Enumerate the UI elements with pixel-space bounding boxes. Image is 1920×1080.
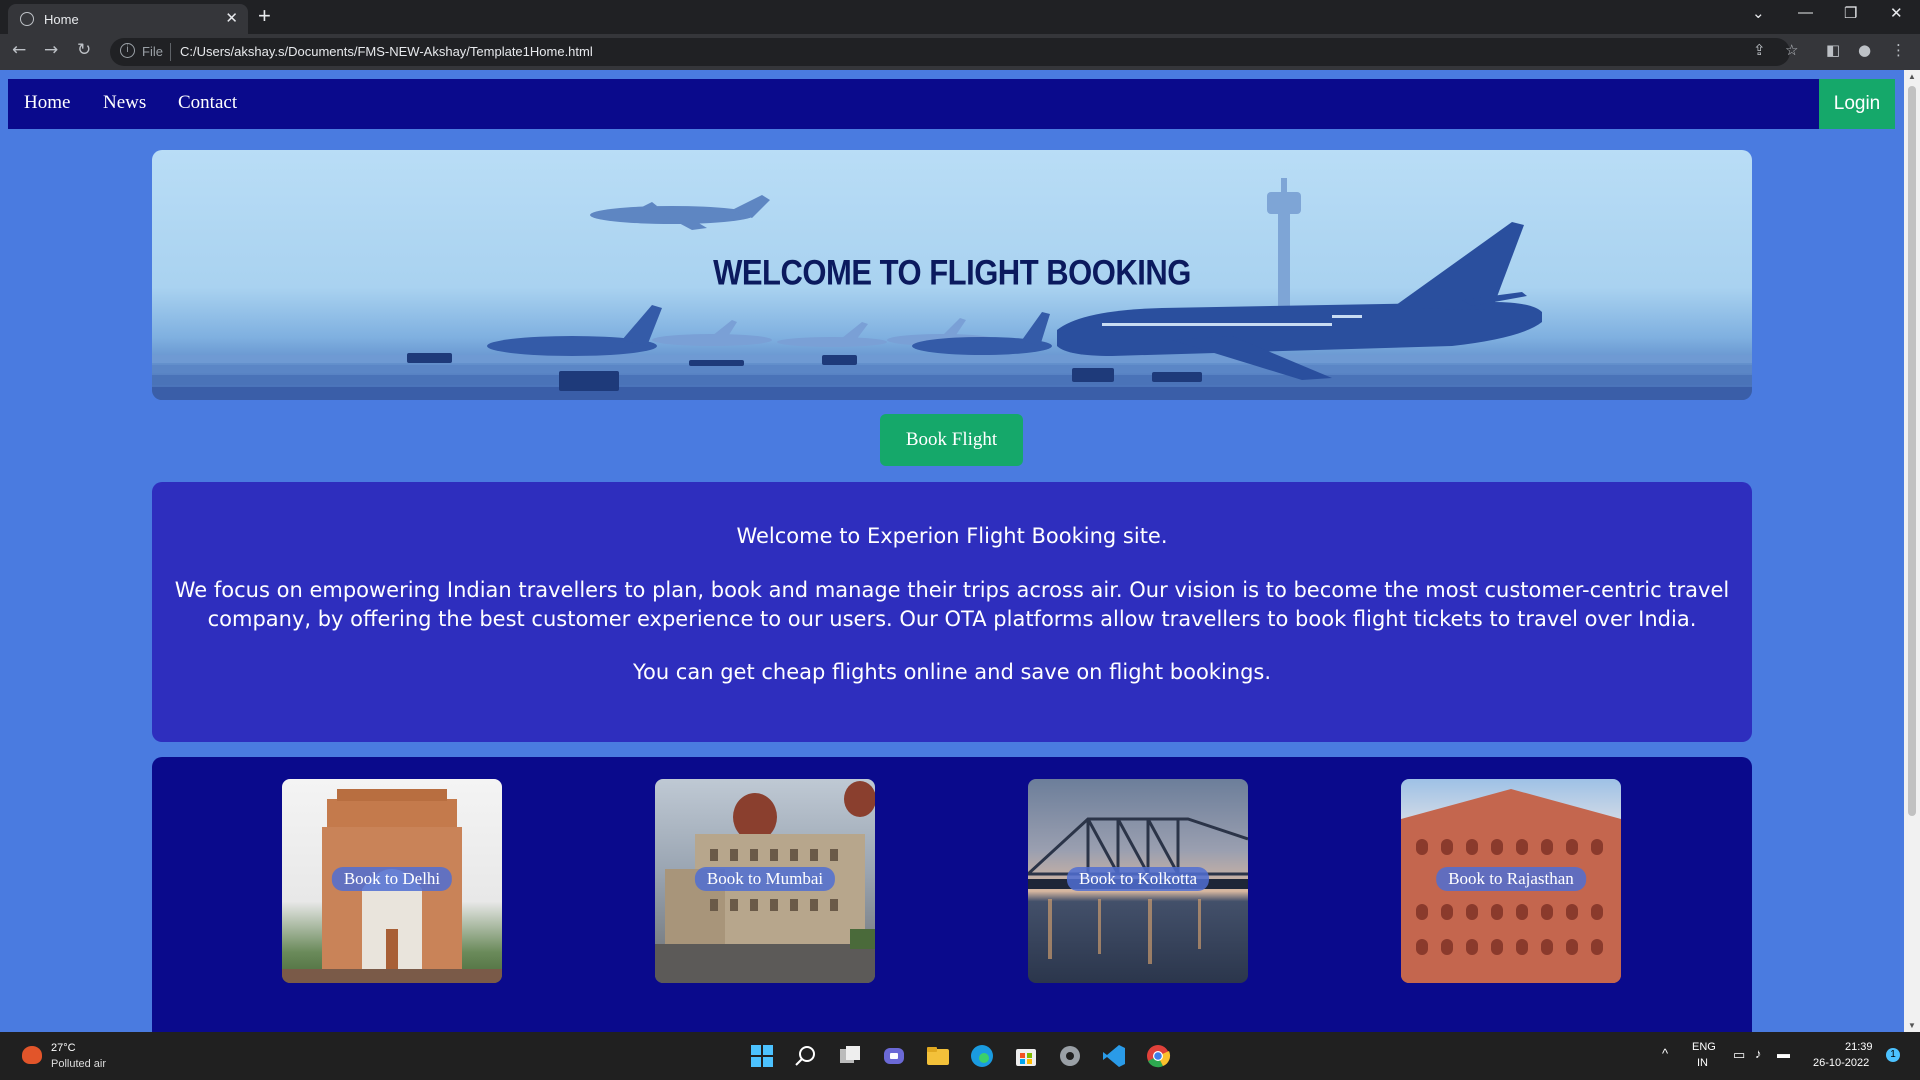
about-description-text: We focus on empowering Indian travellers… — [174, 578, 1730, 631]
reload-icon[interactable]: ↻ — [77, 40, 91, 60]
url-separator — [170, 43, 171, 61]
restore-icon[interactable]: ❐ — [1844, 4, 1857, 22]
language-eng[interactable]: ENG — [1692, 1041, 1716, 1053]
minimize-icon[interactable]: — — [1798, 4, 1813, 21]
scroll-down-icon[interactable]: ▼ — [1908, 1021, 1916, 1030]
weather-temperature[interactable]: 27°C — [51, 1042, 76, 1054]
destination-label-kolkotta[interactable]: Book to Kolkotta — [1066, 867, 1210, 891]
file-explorer-icon[interactable] — [925, 1043, 951, 1069]
book-flight-button[interactable]: Book Flight — [880, 414, 1023, 466]
search-icon[interactable] — [793, 1043, 819, 1069]
nav-home-link[interactable]: Home — [24, 92, 70, 114]
tab-title: Home — [44, 12, 79, 27]
destinations-section: Book to Delhi Book to Mumbai Book to Kol… — [152, 757, 1752, 1032]
browser-tab-strip: Home ✕ + ⌄ — ❐ ✕ — [0, 0, 1920, 34]
destination-card-rajasthan[interactable]: Book to Rajasthan — [1401, 779, 1621, 983]
destination-label-mumbai[interactable]: Book to Mumbai — [694, 867, 836, 891]
network-icon[interactable]: ▭ — [1733, 1047, 1745, 1063]
back-icon[interactable]: ← — [12, 40, 26, 60]
destination-card-delhi[interactable]: Book to Delhi — [282, 779, 502, 983]
globe-icon — [20, 12, 34, 26]
star-icon[interactable]: ☆ — [1785, 41, 1798, 59]
destination-label-delhi[interactable]: Book to Delhi — [331, 867, 453, 891]
about-welcome-text: Welcome to Experion Flight Booking site. — [736, 524, 1168, 548]
clock-time[interactable]: 21:39 — [1845, 1041, 1873, 1053]
language-in[interactable]: IN — [1697, 1057, 1708, 1069]
scrollbar-thumb[interactable] — [1908, 86, 1916, 816]
share-icon[interactable]: ⇪ — [1753, 41, 1766, 59]
settings-gear-icon[interactable] — [1057, 1043, 1083, 1069]
battery-icon[interactable]: ▬ — [1777, 1046, 1790, 1061]
destination-label-rajasthan[interactable]: Book to Rajasthan — [1436, 867, 1586, 891]
top-navbar: Home News Contact Login — [8, 79, 1895, 129]
window-close-icon[interactable]: ✕ — [1890, 4, 1903, 22]
weather-icon[interactable] — [22, 1046, 42, 1064]
edge-icon[interactable] — [969, 1043, 995, 1069]
nav-news-link[interactable]: News — [103, 92, 146, 114]
page-scrollbar[interactable]: ▲ ▼ — [1904, 70, 1920, 1032]
tab-close-icon[interactable]: ✕ — [225, 9, 238, 27]
new-tab-button[interactable]: + — [258, 3, 271, 29]
weather-description[interactable]: Polluted air — [51, 1058, 106, 1070]
hero-title: WELCOME TO FLIGHT BOOKING — [713, 252, 1191, 293]
destination-card-mumbai[interactable]: Book to Mumbai — [655, 779, 875, 983]
start-icon[interactable] — [749, 1043, 775, 1069]
vscode-icon[interactable] — [1101, 1043, 1127, 1069]
store-icon[interactable] — [1013, 1043, 1039, 1069]
browser-toolbar: ← → ↻ i File C:/Users/akshay.s/Documents… — [0, 34, 1920, 70]
scroll-up-icon[interactable]: ▲ — [1908, 72, 1916, 81]
address-bar[interactable]: i File C:/Users/akshay.s/Documents/FMS-N… — [110, 38, 1790, 66]
url-text[interactable]: C:/Users/akshay.s/Documents/FMS-NEW-Aksh… — [180, 44, 593, 59]
tab-search-chevron-icon[interactable]: ⌄ — [1752, 4, 1765, 22]
page-viewport: Home News Contact Login WELCOME TO FLIGH… — [0, 70, 1904, 1032]
about-section: Welcome to Experion Flight Booking site.… — [152, 482, 1752, 742]
tray-chevron-up-icon[interactable]: ^ — [1662, 1046, 1668, 1061]
nav-contact-link[interactable]: Contact — [178, 92, 237, 114]
volume-icon[interactable]: ♪ — [1755, 1046, 1762, 1061]
windows-taskbar: 27°C Polluted air ^ ENG IN ▭ ♪ ▬ 21:39 2 — [0, 1032, 1920, 1080]
menu-icon[interactable]: ⋮ — [1891, 41, 1906, 59]
info-icon[interactable]: i — [120, 43, 135, 58]
notification-badge[interactable]: 1 — [1886, 1048, 1900, 1062]
clock-date[interactable]: 26-10-2022 — [1813, 1057, 1869, 1069]
teams-chat-icon[interactable] — [881, 1043, 907, 1069]
url-scheme: File — [142, 44, 163, 59]
about-cheap-flights-text: You can get cheap flights online and sav… — [632, 660, 1272, 684]
destination-card-kolkotta[interactable]: Book to Kolkotta — [1028, 779, 1248, 983]
hero-banner: WELCOME TO FLIGHT BOOKING — [152, 150, 1752, 400]
chrome-icon[interactable] — [1145, 1043, 1171, 1069]
profile-icon[interactable]: ● — [1858, 41, 1871, 59]
browser-tab-home[interactable]: Home ✕ — [8, 4, 248, 34]
task-view-icon[interactable] — [837, 1043, 863, 1069]
login-button[interactable]: Login — [1819, 79, 1895, 129]
sidepanel-icon[interactable]: ◧ — [1826, 41, 1840, 59]
forward-icon[interactable]: → — [44, 40, 58, 60]
